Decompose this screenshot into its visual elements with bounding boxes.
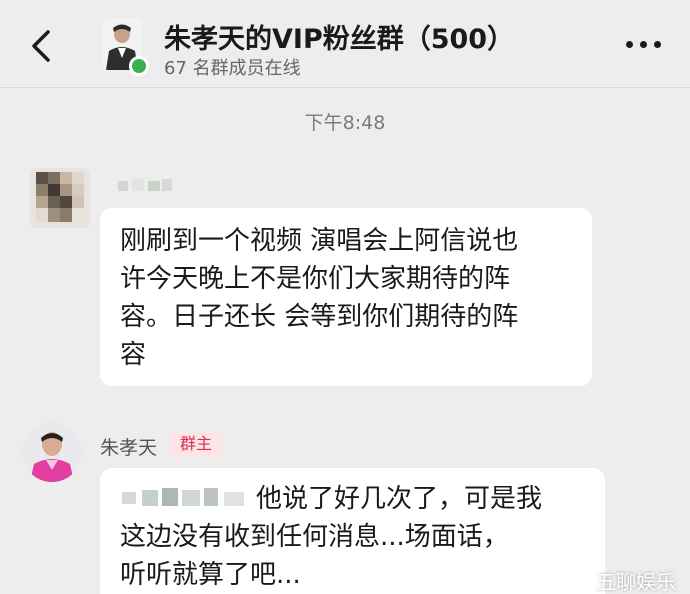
message-text-line: 容: [120, 340, 147, 370]
online-status-dot: [129, 56, 149, 76]
message-text-line: 许今天晚上不是你们大家期待的阵: [120, 264, 511, 294]
chat-header: 朱孝天的VIP粉丝群（500） 67 名群成员在线: [0, 0, 690, 88]
more-options-button[interactable]: [626, 34, 666, 54]
message-bubble[interactable]: 他说了好几次了，可是我 这边没有收到任何消息...场面话， 听听就算了吧...: [100, 468, 605, 594]
more-horizontal-icon: [626, 40, 633, 48]
sender-name-blurred: [118, 177, 174, 193]
online-members-count: 67 名群成员在线: [164, 58, 301, 79]
message-text-line: 他说了好几次了，可是我: [256, 484, 543, 514]
message-timestamp: 下午8:48: [304, 112, 386, 134]
watermark: 五聊娱乐: [596, 570, 676, 594]
group-avatar[interactable]: [102, 18, 149, 76]
member-avatar[interactable]: [30, 168, 90, 228]
mention-blurred: [120, 483, 252, 507]
message-text-line: 刚刷到一个视频 演唱会上阿信说也: [120, 226, 519, 256]
message-text-line: 这边没有收到任何消息...场面话，: [120, 522, 509, 552]
message-text-line: 容。日子还长 会等到你们期待的阵: [120, 302, 519, 332]
message-text-line: 听听就算了吧...: [120, 560, 301, 590]
owner-avatar[interactable]: [22, 422, 82, 482]
group-owner-badge: 群主: [170, 431, 222, 457]
group-title[interactable]: 朱孝天的VIP粉丝群（500）: [164, 17, 514, 56]
sender-name[interactable]: 朱孝天: [100, 433, 157, 460]
message-bubble[interactable]: 刚刷到一个视频 演唱会上阿信说也 许今天晚上不是你们大家期待的阵 容。日子还长 …: [100, 208, 592, 386]
chevron-left-icon: [32, 30, 50, 62]
back-button[interactable]: [26, 28, 56, 64]
